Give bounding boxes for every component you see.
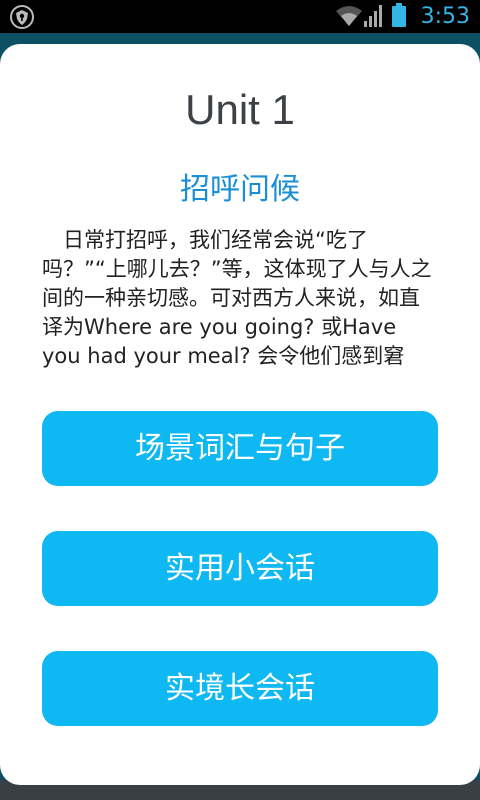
wifi-icon: [336, 6, 362, 26]
unit-subtitle: 招呼问候: [180, 172, 300, 207]
scene-vocabulary-button[interactable]: 场景词汇与句子: [42, 411, 438, 486]
intro-text[interactable]: 日常打招呼，我们经常会说“吃了吗？”“上哪儿去？”等，这体现了人与人之间的一种亲…: [42, 226, 440, 372]
shield-notification-icon: [10, 5, 34, 29]
status-bar: 3:53: [0, 0, 480, 33]
page-title: Unit 1: [185, 86, 295, 133]
battery-icon: [392, 3, 406, 27]
cell-signal-icon: [364, 5, 382, 27]
status-time: 3:53: [420, 4, 470, 29]
long-dialogue-button[interactable]: 实境长会话: [42, 651, 438, 726]
practical-dialogue-button[interactable]: 实用小会话: [42, 531, 438, 606]
